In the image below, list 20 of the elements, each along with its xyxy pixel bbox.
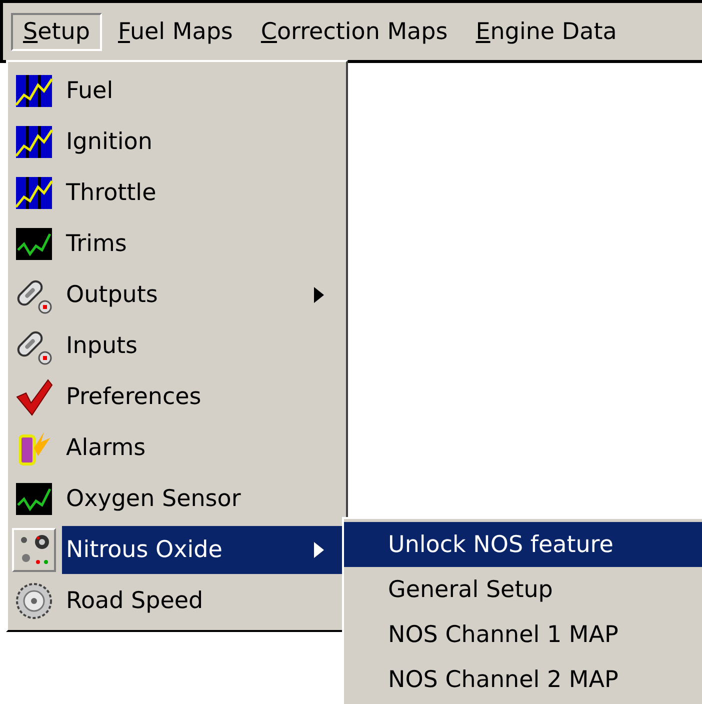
- menu-bar-item[interactable]: Setup: [11, 12, 102, 50]
- menu-item[interactable]: Nitrous Oxide: [62, 526, 342, 574]
- menu-item[interactable]: Inputs: [62, 322, 342, 370]
- menu-item[interactable]: Throttle: [62, 168, 342, 216]
- menu-item[interactable]: Road Speed: [62, 576, 342, 624]
- menu-item[interactable]: Trims: [62, 220, 342, 268]
- menu-item[interactable]: Unlock NOS feature: [344, 522, 702, 567]
- menu-item[interactable]: Preferences: [62, 372, 342, 420]
- menu-item[interactable]: Alarms: [62, 424, 342, 472]
- dots-icon: [12, 528, 56, 572]
- menu-item[interactable]: Fuel: [62, 66, 342, 114]
- menu-item[interactable]: Ignition: [62, 118, 342, 166]
- menu-item[interactable]: NOS Channel 1 MAP: [344, 612, 702, 657]
- menu-item[interactable]: NOS Channel 2 MAP: [344, 657, 702, 702]
- menu-bar-item[interactable]: Engine Data: [464, 12, 629, 50]
- menu-bar-item[interactable]: Fuel Maps: [106, 12, 245, 50]
- menu-item[interactable]: General Setup: [344, 567, 702, 612]
- menu-item[interactable]: Outputs: [62, 270, 342, 318]
- menu-item[interactable]: Oxygen Sensor: [62, 474, 342, 522]
- menu-bar-item[interactable]: Correction Maps: [248, 12, 460, 50]
